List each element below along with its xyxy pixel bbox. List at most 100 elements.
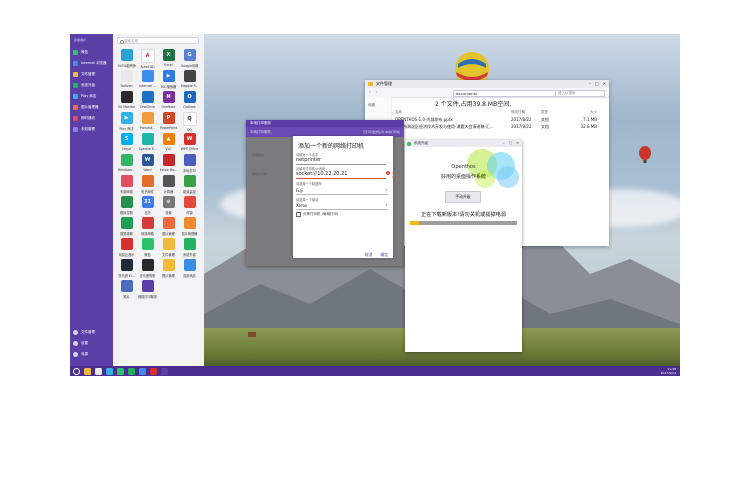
- start-menu-icon[interactable]: [73, 367, 80, 375]
- col-size[interactable]: 大小: [567, 110, 597, 115]
- app-tile[interactable]: 时钟: [179, 196, 200, 217]
- app-tile[interactable]: Q QQ: [179, 112, 200, 133]
- checkbox-box[interactable]: [296, 212, 301, 217]
- app-tile[interactable]: A AutoCAD: [137, 49, 158, 70]
- share-printer-checkbox[interactable]: 分享打印机 (局域打印): [296, 212, 338, 217]
- printer-url-input[interactable]: socket://10.22.20.21: [296, 171, 386, 179]
- update-titlebar[interactable]: 系统升级 – □ ✕: [405, 140, 522, 147]
- taskbar-app-icon[interactable]: [161, 367, 168, 375]
- cancel-button[interactable]: 取消: [365, 252, 373, 258]
- app-tile[interactable]: Podcast...: [137, 112, 158, 133]
- sidebar-bottom-item[interactable]: 电源: [70, 349, 113, 360]
- app-search-input[interactable]: 搜索应用: [117, 37, 199, 44]
- side-item-added[interactable]: 已添加的: [252, 146, 267, 165]
- app-tile[interactable]: Sparkle P...: [137, 133, 158, 154]
- app-tile[interactable]: 微信: [137, 238, 158, 259]
- col-date[interactable]: 修改日期: [511, 110, 541, 115]
- app-tile[interactable]: Xerox Mo...: [158, 154, 179, 175]
- sidebar-item[interactable]: 系统升级: [70, 80, 113, 91]
- app-tile[interactable]: W WPS Office: [179, 133, 200, 154]
- close-icon[interactable]: ✕: [516, 140, 519, 147]
- sidebar-item[interactable]: 未知管理: [70, 124, 113, 135]
- app-tile[interactable]: ▶ MX 播放器: [158, 70, 179, 91]
- app-tile[interactable]: 100%脑残师: [116, 49, 137, 70]
- taskbar-app-icon[interactable]: [128, 367, 135, 375]
- manual-update-button[interactable]: 手动升级: [445, 191, 481, 203]
- back-icon[interactable]: ‹: [369, 89, 371, 94]
- app-tile[interactable]: 图片管理器: [179, 217, 200, 238]
- app-tile[interactable]: W Word: [137, 154, 158, 175]
- app-tile[interactable]: 31 日历: [137, 196, 158, 217]
- taskbar-app-icon[interactable]: [106, 367, 113, 375]
- app-tile[interactable]: 车载网络: [116, 175, 137, 196]
- app-tile[interactable]: 应用商店: [179, 259, 200, 280]
- app-tile[interactable]: O Outlook: [179, 91, 200, 112]
- file-row[interactable]: OPENTHOS-1.0-内部发布.pptx 2017/8/22 文档 7.1 …: [395, 117, 605, 123]
- sidebar-item[interactable]: Play 商店: [70, 91, 113, 102]
- app-tile[interactable]: Notizen: [116, 70, 137, 91]
- printer-window-titlebar[interactable]: 本地打印服务: [246, 120, 404, 127]
- forward-icon[interactable]: ›: [376, 89, 378, 94]
- minimize-icon[interactable]: –: [503, 140, 505, 147]
- app-tile[interactable]: 能效监控: [179, 175, 200, 196]
- app-tile[interactable]: ▶ Play 商店: [116, 112, 137, 133]
- sidebar-item[interactable]: 即时通讯: [70, 113, 113, 124]
- file-row[interactable]: 北京市海淀区经济技术开发与使用-课题大会演讲稿-汇... 2017/8/22 文…: [395, 124, 605, 130]
- app-tile[interactable]: N OneNote: [158, 91, 179, 112]
- app-tile[interactable]: 本地打印: [179, 154, 200, 175]
- file-search-input[interactable]: 键入以搜索: [555, 90, 605, 97]
- sidebar-bottom-item[interactable]: 设置: [70, 338, 113, 349]
- app-tile[interactable]: 照片: [116, 280, 137, 301]
- minimize-icon[interactable]: –: [589, 81, 591, 86]
- clock[interactable]: 11:48 2017/9/24: [661, 367, 676, 375]
- app-tile[interactable]: G Google设置: [179, 49, 200, 70]
- app-tile[interactable]: P PowerPoint: [158, 112, 179, 133]
- app-tile[interactable]: OS Monitor: [116, 91, 137, 112]
- maximize-icon[interactable]: □: [509, 140, 512, 147]
- path-bar[interactable]: documents: [453, 90, 567, 97]
- app-tile[interactable]: 模拟控制: [116, 196, 137, 217]
- sidebar-item[interactable]: 文件管理: [70, 69, 113, 80]
- app-tile[interactable]: X Excel: [158, 49, 179, 70]
- app-tile[interactable]: ▲ VLC: [158, 133, 179, 154]
- driver-select[interactable]: Xerox ▾: [296, 203, 388, 210]
- app-tile[interactable]: ⚙ 设置: [158, 196, 179, 217]
- sidebar-item[interactable]: 图片管理器: [70, 102, 113, 113]
- ok-button[interactable]: 确定: [380, 252, 388, 258]
- app-tile[interactable]: 亚马逊购物: [137, 259, 158, 280]
- manufacturer-select[interactable]: Fuji ▾: [296, 188, 388, 195]
- taskbar-app-icon[interactable]: [117, 367, 124, 375]
- app-tile[interactable]: 网络打印服务: [137, 280, 158, 301]
- app-tile[interactable]: 电子邮件: [137, 175, 158, 196]
- maximize-icon[interactable]: □: [595, 81, 599, 86]
- col-type[interactable]: 类型: [541, 110, 567, 115]
- app-tile[interactable]: S Skype: [116, 133, 137, 154]
- file-manager-titlebar[interactable]: 文件管理 – □ ✕: [365, 80, 609, 88]
- sidebar-item[interactable]: 微信: [70, 47, 113, 58]
- app-tile[interactable]: 系统升级: [179, 238, 200, 259]
- app-tile[interactable]: 计算器: [158, 175, 179, 196]
- close-icon[interactable]: ✕: [603, 81, 606, 86]
- app-tile[interactable]: Windows...: [116, 154, 137, 175]
- side-item-unknown[interactable]: 未知打印机: [252, 165, 267, 184]
- taskbar-app-icon[interactable]: [139, 367, 146, 375]
- sidebar-item[interactable]: Internet 浏览器: [70, 58, 113, 69]
- app-tile[interactable]: 搜狐视频: [116, 217, 137, 238]
- app-tile[interactable]: 亚马逊 Ki...: [116, 259, 137, 280]
- col-name[interactable]: 名称: [395, 110, 511, 115]
- app-tile[interactable]: Internet ...: [137, 70, 158, 91]
- printer-service-window[interactable]: 本地打印服务 本地打印服务 已打印发送队列 本地打印机 已添加的 未知打印机 添…: [246, 120, 404, 266]
- app-tile[interactable]: 照片管理: [158, 259, 179, 280]
- taskbar-app-icon[interactable]: [84, 367, 91, 375]
- app-tile[interactable]: 网易邮箱: [137, 217, 158, 238]
- app-tile[interactable]: OneDrive: [137, 91, 158, 112]
- system-update-window[interactable]: 系统升级 – □ ✕ Openthos 好用的桌面操作系统 手动升级 正在下载新…: [405, 140, 522, 352]
- app-tile[interactable]: 文件管理: [158, 238, 179, 259]
- sidebar-bottom-item[interactable]: 文件管理: [70, 327, 113, 338]
- printer-name-input[interactable]: netprinter: [296, 157, 386, 165]
- app-tile[interactable]: 网易云音乐: [116, 238, 137, 259]
- app-tile[interactable]: 图片管理: [158, 217, 179, 238]
- app-tile[interactable]: Mapple P...: [179, 70, 200, 91]
- taskbar-app-icon[interactable]: [95, 367, 102, 375]
- taskbar-app-icon[interactable]: [150, 367, 157, 375]
